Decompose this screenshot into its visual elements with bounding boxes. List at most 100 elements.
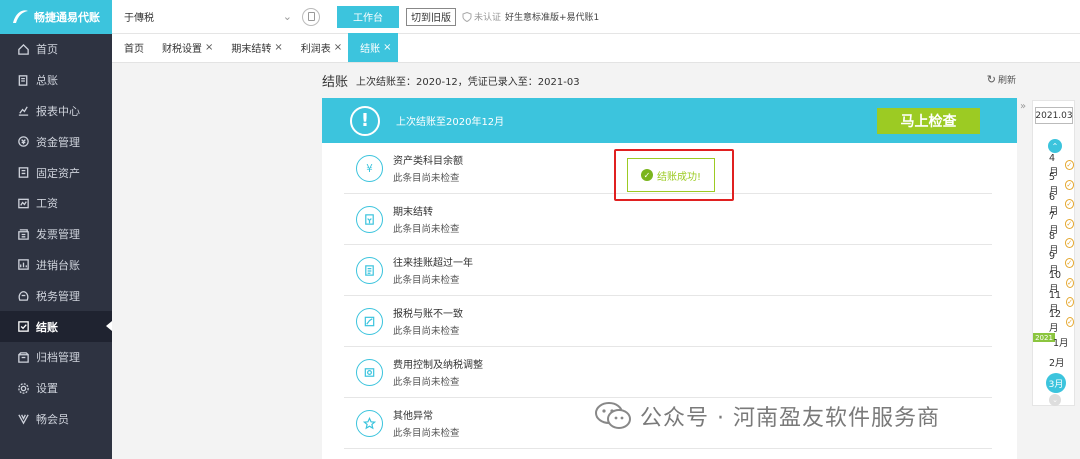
sidebar-item[interactable]: 进销台账 xyxy=(0,250,112,281)
tax-icon xyxy=(16,289,30,303)
shield-icon xyxy=(462,11,472,22)
month-label: 1月 xyxy=(1053,338,1069,349)
month-label: 12月 xyxy=(1049,309,1062,335)
sidebar-item[interactable]: 固定资产 xyxy=(0,157,112,188)
check-icon: ✓ xyxy=(1064,258,1074,268)
switch-old-version-button[interactable]: 切到旧版 xyxy=(406,7,456,26)
month-label: 2月 xyxy=(1049,357,1065,369)
close-icon[interactable]: × xyxy=(205,42,213,53)
check-icon: ✓ xyxy=(1064,160,1074,170)
month-item[interactable]: 5月 ✓ xyxy=(1049,172,1074,197)
refresh-icon: ↻ xyxy=(986,73,996,86)
building-icon xyxy=(16,166,30,180)
sidebar-item-label: 畅会员 xyxy=(36,412,69,426)
close-icon[interactable]: × xyxy=(274,42,282,53)
sidebar-item-label: 资金管理 xyxy=(36,135,80,149)
check-item-status: 此条目尚未检查 xyxy=(393,275,460,286)
month-item[interactable]: 9月 ✓ xyxy=(1049,251,1074,276)
yen-icon: ¥ xyxy=(356,154,383,182)
tab[interactable]: 结账 × xyxy=(348,33,398,62)
check-item-text: 报税与账不一致 此条目尚未检查 xyxy=(393,305,463,337)
page-title: 结账 xyxy=(322,74,349,90)
calculator-icon[interactable] xyxy=(302,7,320,26)
month-item[interactable]: 4月 ✓ xyxy=(1049,153,1074,178)
top-bar: 于傳税 ⌄ 工作台 切到旧版 未认证 好生意标准版+易代账1 xyxy=(112,0,1080,34)
period-select[interactable]: 2021.03 xyxy=(1035,107,1073,124)
month-item[interactable]: 8月 ✓ xyxy=(1049,231,1074,256)
year-badge: 2021 xyxy=(1033,333,1055,342)
refresh-label: 刷新 xyxy=(997,76,1016,86)
tab-label: 结账 xyxy=(360,44,381,55)
edition-text: 好生意标准版+易代账1 xyxy=(505,13,600,23)
check-circle-icon: ✓ xyxy=(640,169,653,181)
sidebar-item[interactable]: 工资 xyxy=(0,188,112,219)
vip-icon xyxy=(16,412,30,426)
check-icon: ✓ xyxy=(1064,179,1074,190)
tab-bar: 首页 财税设置 × 期末结转 × 利润表 × 结账 × xyxy=(112,33,1080,63)
check-now-button[interactable]: 马上检查 xyxy=(877,108,980,134)
month-item[interactable]: 7月 ✓ xyxy=(1049,211,1074,236)
check-icon: ✓ xyxy=(1064,218,1074,229)
salary-icon xyxy=(16,196,30,210)
check-item-title: 期末结转 xyxy=(393,207,433,218)
sidebar-item[interactable]: 设置 xyxy=(0,373,112,404)
close-icon[interactable]: × xyxy=(334,42,342,53)
chart-icon xyxy=(16,104,30,118)
check-item[interactable]: 期末结转 此条目尚未检查 xyxy=(344,194,992,245)
toast-text: 结账成功! xyxy=(656,171,701,183)
closing-icon xyxy=(16,320,30,334)
month-item[interactable]: 11月 ✓ xyxy=(1049,290,1074,315)
watermark: 公众号 · 河南盈友软件服务商 xyxy=(594,398,940,434)
chevron-down-icon[interactable]: ⌄ xyxy=(1049,394,1061,406)
exclamation-icon: ! xyxy=(350,105,380,136)
banner-text: 上次结账至2020年12月 xyxy=(396,117,505,128)
sidebar-item[interactable]: 结账 xyxy=(0,311,112,342)
document-icon xyxy=(356,256,383,284)
sidebar-item[interactable]: 报表中心 xyxy=(0,96,112,127)
app-logo[interactable]: 畅捷通易代账 xyxy=(0,0,112,34)
sidebar-item-label: 固定资产 xyxy=(36,166,80,180)
sidebar-item-label: 进销台账 xyxy=(36,258,80,272)
sidebar-item-label: 发票管理 xyxy=(36,228,80,242)
tab-label: 利润表 xyxy=(300,44,331,55)
month-item[interactable]: 10月 ✓ xyxy=(1049,270,1074,295)
month-item[interactable]: 12月 ✓ xyxy=(1049,309,1074,334)
check-icon: ✓ xyxy=(1066,316,1074,327)
check-item-title: 往来挂账超过一年 xyxy=(393,258,473,269)
certification-status[interactable]: 未认证 xyxy=(462,10,501,23)
check-item[interactable]: 报税与账不一致 此条目尚未检查 xyxy=(344,296,992,347)
check-item[interactable]: 往来挂账超过一年 此条目尚未检查 xyxy=(344,245,992,296)
sidebar-item-label: 工资 xyxy=(36,197,58,211)
month-item[interactable]: 6月 ✓ xyxy=(1049,192,1074,217)
month-rail: 2021.03 ⌃ 2021 3月 ⌄ 4月 ✓ 5月 ✓ 6月 ✓ 7月 ✓ 8月 ✓ 9月 ✓ 10… xyxy=(1032,100,1075,406)
tab[interactable]: 期末结转 × xyxy=(219,33,288,62)
current-month[interactable]: 3月 xyxy=(1046,373,1066,393)
workbench-button[interactable]: 工作台 xyxy=(337,5,399,28)
page-header: 结账 上次结账至：2020-12，凭证已录入至：2021-03 ↻ 刷新 xyxy=(322,70,1022,90)
month-item[interactable]: 2月 xyxy=(1049,355,1065,369)
collapse-arrow-icon[interactable]: » xyxy=(1020,101,1026,112)
wechat-icon xyxy=(595,402,631,429)
svg-text:¥: ¥ xyxy=(366,164,373,175)
check-item[interactable]: 费用控制及纳税调整 此条目尚未检查 xyxy=(344,347,992,398)
sidebar-item[interactable]: 畅会员 xyxy=(0,404,112,435)
company-select[interactable]: 于傳税 ⌄ xyxy=(118,5,298,29)
chevron-up-icon[interactable]: ⌃ xyxy=(1048,139,1062,153)
month-item[interactable]: 1月 xyxy=(1053,335,1069,349)
tab[interactable]: 首页 xyxy=(112,33,150,62)
gear-icon xyxy=(16,381,30,395)
sidebar-item[interactable]: 资金管理 xyxy=(0,126,112,157)
sidebar-item[interactable]: 首页 xyxy=(0,34,112,65)
refresh-button[interactable]: ↻ 刷新 xyxy=(987,73,1016,86)
tab-label: 财税设置 xyxy=(162,44,202,55)
tab[interactable]: 利润表 × xyxy=(289,33,348,62)
sidebar-item[interactable]: 税务管理 xyxy=(0,280,112,311)
sidebar-item[interactable]: 发票管理 xyxy=(0,219,112,250)
logo-icon xyxy=(13,10,28,23)
sidebar-item[interactable]: 总账 xyxy=(0,65,112,96)
tab[interactable]: 财税设置 × xyxy=(150,33,219,62)
page-subtitle: 上次结账至：2020-12，凭证已录入至：2021-03 xyxy=(356,76,580,88)
close-icon[interactable]: × xyxy=(383,42,391,53)
transfer-icon xyxy=(356,205,383,233)
sidebar-item[interactable]: 归档管理 xyxy=(0,342,112,373)
